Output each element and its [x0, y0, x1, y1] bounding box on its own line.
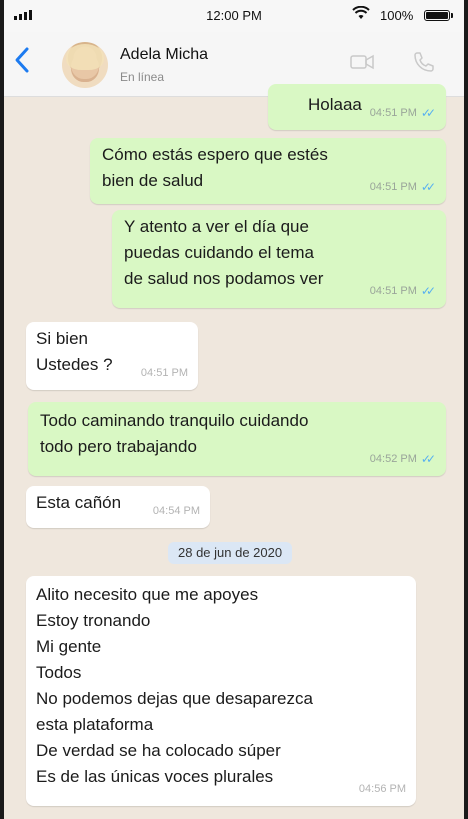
battery-percent: 100% — [380, 8, 414, 23]
message-bubble[interactable]: Si bien Ustedes ? 04:51 PM — [26, 322, 198, 390]
message-text: Alito necesito que me apoyes Estoy trona… — [36, 585, 313, 786]
message-bubble[interactable]: Todo caminando tranquilo cuidando todo p… — [28, 402, 446, 476]
message-bubble[interactable]: Y atento a ver el día que puedas cuidand… — [112, 210, 446, 308]
message-bubble[interactable]: Holaaa 04:51 PM ✓✓ — [268, 84, 446, 130]
avatar[interactable] — [62, 42, 108, 88]
message-time: 04:51 PM — [369, 107, 417, 119]
date-separator: 28 de jun de 2020 — [168, 542, 293, 564]
message-bubble[interactable]: Alito necesito que me apoyes Estoy trona… — [26, 576, 416, 806]
read-ticks-icon: ✓✓ — [420, 284, 436, 298]
wifi-icon — [352, 5, 370, 23]
message-time: 04:54 PM — [152, 505, 200, 517]
status-bar: 12:00 PM 100% — [4, 0, 464, 32]
contact-status: En línea — [120, 70, 165, 84]
message-time: 04:52 PM — [369, 453, 417, 465]
back-chevron-icon[interactable] — [14, 46, 30, 80]
message-bubble[interactable]: Cómo estás espero que estés bien de salu… — [90, 138, 446, 204]
battery-icon — [424, 10, 453, 21]
message-time: 04:51 PM — [369, 285, 417, 297]
message-time: 04:56 PM — [358, 783, 406, 795]
video-call-icon[interactable] — [350, 54, 374, 70]
read-ticks-icon: ✓✓ — [420, 106, 436, 120]
message-time: 04:51 PM — [369, 181, 417, 193]
read-ticks-icon: ✓✓ — [420, 452, 436, 466]
chat-screen: 12:00 PM 100% Adela Micha En línea Holaa… — [4, 0, 464, 819]
message-bubble[interactable]: Esta cañón 04:54 PM — [26, 486, 210, 528]
message-list: Holaaa 04:51 PM ✓✓ Cómo estás espero que … — [4, 84, 464, 819]
message-time: 04:51 PM — [140, 367, 188, 379]
contact-name[interactable]: Adela Micha — [120, 46, 208, 64]
phone-call-icon[interactable] — [412, 50, 436, 74]
read-ticks-icon: ✓✓ — [420, 180, 436, 194]
